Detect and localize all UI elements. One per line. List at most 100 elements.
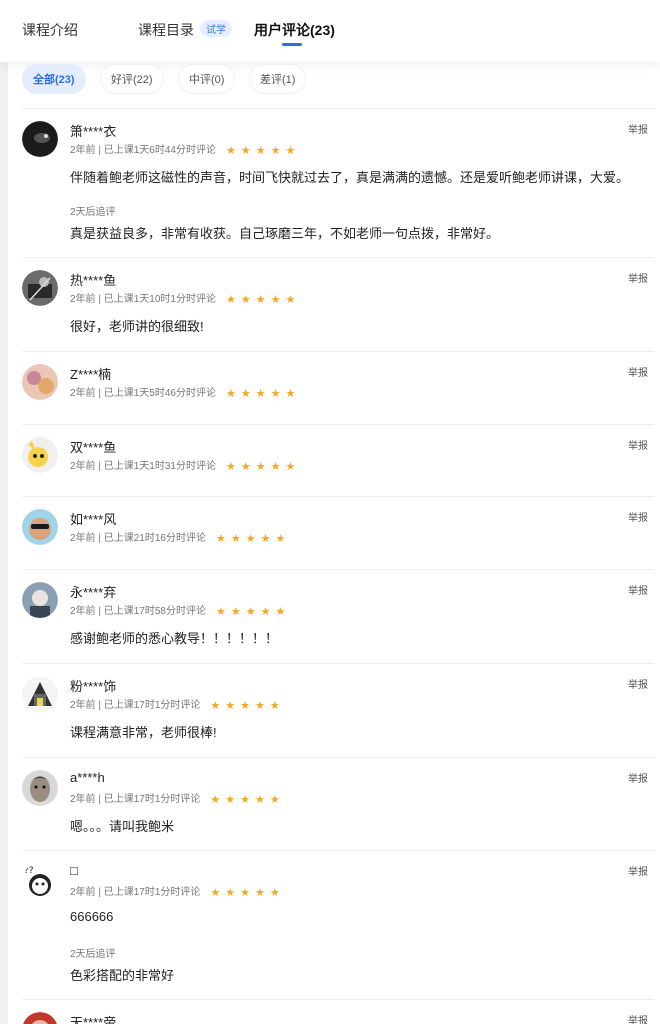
filter-good[interactable]: 好评(22) — [100, 64, 164, 94]
report-link[interactable]: 举报 — [628, 121, 648, 136]
tab-catalog[interactable]: 课程目录 试学 — [138, 20, 232, 40]
star-icon: ★ — [240, 700, 251, 712]
avatar[interactable] — [22, 770, 58, 806]
star-icon: ★ — [240, 388, 251, 400]
tab-reviews[interactable]: 用户评论(23) — [254, 20, 335, 40]
course-tab-bar: 课程介绍 课程目录 试学 用户评论(23) — [0, 0, 660, 62]
review-meta-text: 2年前 | 已上课1天6时44分时评论 — [70, 145, 216, 156]
avatar[interactable] — [22, 121, 58, 157]
review-meta-text: 2年前 | 已上课17时1分时评论 — [70, 700, 201, 711]
review-meta: 2年前 | 已上课1天5时46分时评论 ★ ★ ★ ★ ★ — [70, 384, 300, 400]
avatar[interactable] — [22, 1012, 58, 1024]
star-icon: ★ — [270, 388, 281, 400]
star-icon: ★ — [245, 606, 256, 618]
star-icon: ★ — [255, 700, 265, 712]
star-icon: ★ — [270, 145, 281, 157]
svg-text:??: ?? — [24, 866, 34, 876]
report-link[interactable]: 举报 — [628, 270, 648, 285]
review-content: 感谢鲍老师的悉心教导！！！！！！ — [70, 631, 279, 646]
avatar[interactable] — [22, 509, 58, 545]
review-meta: 2年前 | 已上课21时16分时评论 ★ ★ ★ ★ ★ — [70, 529, 290, 545]
report-link[interactable]: 举报 — [628, 676, 648, 691]
star-icon: ★ — [210, 700, 221, 712]
star-icon: ★ — [225, 700, 236, 712]
avatar[interactable] — [22, 270, 58, 306]
star-icon: ★ — [230, 533, 241, 545]
star-icon: ★ — [270, 461, 281, 473]
star-icon: ★ — [240, 145, 251, 157]
followup-label: 2天后追评 — [70, 949, 116, 960]
star-icon: ★ — [230, 606, 241, 618]
review-username: a****h — [70, 770, 105, 785]
report-link[interactable]: 举报 — [628, 863, 648, 878]
review-username: 双****鱼 — [70, 440, 117, 455]
followup-label: 2天后追评 — [70, 207, 116, 218]
review-item: 如****风 2年前 | 已上课21时16分时评论 ★ ★ ★ ★ ★ 举报 — [22, 497, 654, 570]
review-username: □ — [70, 863, 78, 878]
review-username: 热****鱼 — [70, 273, 117, 288]
trial-badge: 试学 — [200, 20, 232, 37]
star-icon: ★ — [210, 887, 221, 899]
avatar[interactable] — [22, 364, 58, 400]
review-content: 嗯。。。请叫我鲍米 — [70, 819, 175, 834]
star-icon: ★ — [260, 606, 271, 618]
review-item: 永****弃 2年前 | 已上课17时58分时评论 ★ ★ ★ ★ ★ 举报 感谢鲍老师的… — [22, 570, 654, 664]
star-icon: ★ — [255, 145, 266, 157]
review-item: 粉****饰 2年前 | 已上课17时1分时评论 ★ ★ ★ ★ ★ 举报 课程满意非常，… — [22, 664, 654, 758]
tab-intro[interactable]: 课程介绍 — [22, 20, 78, 40]
review-meta: 2年前 | 已上课17时1分时评论 ★ ★ ★ ★ ★ — [70, 883, 285, 899]
star-icon: ★ — [240, 461, 251, 473]
star-icon: ★ — [269, 700, 280, 712]
star-icon: ★ — [225, 388, 236, 400]
star-icon: ★ — [255, 887, 265, 899]
star-icon: ★ — [225, 887, 236, 899]
review-item: 箫****衣 2年前 | 已上课1天6时44分时评论 ★ ★ ★ ★ ★ 举报 伴随着鲍老… — [22, 109, 654, 258]
review-username: 如****风 — [70, 512, 117, 527]
star-icon: ★ — [260, 533, 271, 545]
report-link[interactable]: 举报 — [628, 1012, 648, 1024]
review-meta: 2年前 | 已上课17时58分时评论 ★ ★ ★ ★ ★ — [70, 602, 290, 618]
review-content: 666666 — [70, 909, 114, 924]
followup-content: 真是获益良多，非常有收获。自己琢磨三年，不如老师一句点拨，非常好。 — [70, 226, 500, 241]
star-icon: ★ — [225, 294, 236, 306]
review-meta-text: 2年前 | 已上课1天10时1分时评论 — [70, 294, 216, 305]
review-meta-text: 2年前 | 已上课17时58分时评论 — [70, 606, 206, 617]
star-icon: ★ — [285, 461, 296, 473]
review-username: 永****弃 — [70, 585, 117, 600]
star-icon: ★ — [240, 794, 251, 806]
avatar[interactable] — [22, 582, 58, 618]
avatar[interactable] — [22, 437, 58, 473]
review-item: Z****楠 2年前 | 已上课1天5时46分时评论 ★ ★ ★ ★ ★ 举报 — [22, 352, 654, 425]
filter-bad[interactable]: 差评(1) — [249, 64, 307, 94]
star-rating: ★ ★ ★ ★ ★ — [226, 460, 300, 473]
star-rating: ★ ★ ★ ★ ★ — [216, 605, 290, 618]
followup-content: 色彩搭配的非常好 — [70, 968, 175, 983]
report-link[interactable]: 举报 — [628, 770, 648, 785]
review-username: 天****帝 — [70, 1015, 117, 1024]
filter-medium[interactable]: 中评(0) — [178, 64, 236, 94]
star-icon: ★ — [275, 533, 286, 545]
filter-all[interactable]: 全部(23) — [22, 64, 86, 94]
star-icon: ★ — [269, 794, 280, 806]
tab-catalog-label: 课程目录 — [138, 22, 194, 38]
star-rating: ★ ★ ★ ★ ★ — [210, 699, 284, 712]
review-username: 箫****衣 — [70, 124, 117, 139]
review-meta-text: 2年前 | 已上课17时1分时评论 — [70, 794, 201, 805]
report-link[interactable]: 举报 — [628, 437, 648, 452]
star-icon: ★ — [240, 887, 251, 899]
report-link[interactable]: 举报 — [628, 364, 648, 379]
star-rating: ★ ★ ★ ★ ★ — [210, 886, 284, 899]
star-rating: ★ ★ ★ ★ ★ — [210, 793, 284, 806]
star-icon: ★ — [269, 887, 280, 899]
avatar[interactable] — [22, 676, 58, 712]
star-icon: ★ — [270, 294, 281, 306]
review-content: 很好，老师讲的很细致! — [70, 319, 204, 334]
report-link[interactable]: 举报 — [628, 509, 648, 524]
review-item: 天****帝 举报 — [22, 1000, 654, 1024]
course-page: 课程介绍 课程目录 试学 用户评论(23) 全部(23) 好评(22) 中评(0)… — [0, 0, 660, 1024]
review-item: ?? □ 2年前 | 已上课17时1分时评论 ★ ★ ★ ★ ★ 举报 666666 2天… — [22, 851, 654, 1000]
star-icon: ★ — [210, 794, 221, 806]
report-link[interactable]: 举报 — [628, 582, 648, 597]
star-icon: ★ — [225, 794, 236, 806]
avatar[interactable]: ?? — [22, 863, 58, 899]
